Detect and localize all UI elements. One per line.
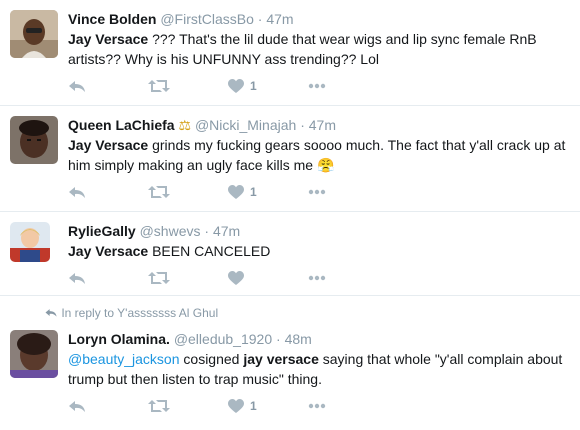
reply-context: In reply to Y'asssssss Al Ghul: [44, 306, 218, 320]
display-name[interactable]: RylieGally: [68, 223, 136, 239]
user-handle[interactable]: @elledub_1920: [174, 331, 272, 347]
more-icon: [308, 403, 326, 409]
retweet-button[interactable]: [148, 76, 170, 96]
retweet-icon: [148, 398, 170, 414]
timestamp[interactable]: 47m: [309, 117, 336, 133]
user-handle[interactable]: @Nicki_Minajah: [195, 117, 296, 133]
reply-icon: [68, 270, 86, 286]
tweet-text: Jay Versace ??? That's the lil dude that…: [68, 29, 572, 69]
heart-icon: [228, 184, 244, 200]
retweet-icon: [148, 270, 170, 286]
tweet-text-body: cosigned: [179, 351, 244, 367]
tweet-header: Queen LaChiefa ⚖ @Nicki_Minajah · 47m: [68, 116, 336, 134]
retweet-icon: [148, 78, 170, 94]
avatar[interactable]: [10, 330, 58, 378]
tweet[interactable]: RylieGally @shwevs · 47m Jay Versace BEE…: [0, 212, 580, 296]
reply-icon: [68, 184, 86, 200]
like-button[interactable]: 1: [228, 182, 257, 202]
avatar[interactable]: [10, 222, 50, 262]
reply-button[interactable]: [68, 182, 86, 202]
tweet-text: Jay Versace grinds my fucking gears sooo…: [68, 135, 572, 175]
more-icon: [308, 189, 326, 195]
user-handle[interactable]: @FirstClassBo: [160, 11, 254, 27]
hashtag-topic[interactable]: Jay Versace: [68, 137, 148, 153]
avatar[interactable]: [10, 116, 58, 164]
hashtag-topic[interactable]: Jay Versace: [68, 31, 148, 47]
separator-dot: ·: [204, 223, 210, 239]
tweet-text-body: BEEN CANCELED: [148, 243, 271, 259]
retweet-button[interactable]: [148, 182, 170, 202]
reply-button[interactable]: [68, 396, 86, 416]
separator-dot: ·: [300, 117, 305, 133]
tweet-actions: 1: [68, 396, 368, 416]
like-count: 1: [250, 399, 257, 413]
more-button[interactable]: [308, 76, 326, 96]
retweet-icon: [148, 184, 170, 200]
tweet-header: Vince Bolden @FirstClassBo · 47m: [68, 10, 294, 28]
timestamp[interactable]: 48m: [285, 331, 312, 347]
tweet[interactable]: In reply to Y'asssssss Al Ghul Loryn Ola…: [0, 296, 580, 430]
more-button[interactable]: [308, 268, 326, 288]
angry-face-emoji: 😤: [316, 157, 335, 173]
heart-icon: [228, 398, 244, 414]
scales-icon: ⚖: [178, 117, 192, 133]
tweet-actions: 1: [68, 76, 368, 96]
reply-button[interactable]: [68, 76, 86, 96]
tweet-text: @beauty_jackson cosigned jay versace say…: [68, 349, 572, 389]
tweet-actions: [68, 268, 368, 288]
retweet-button[interactable]: [148, 268, 170, 288]
more-icon: [308, 275, 326, 281]
timestamp[interactable]: 47m: [266, 11, 293, 27]
timestamp[interactable]: 47m: [213, 223, 240, 239]
tweet[interactable]: Queen LaChiefa ⚖ @Nicki_Minajah · 47m Ja…: [0, 106, 580, 212]
hashtag-topic[interactable]: Jay Versace: [68, 243, 148, 259]
reply-to-user[interactable]: Y'asssssss Al Ghul: [117, 306, 218, 320]
tweet-text: Jay Versace BEEN CANCELED: [68, 241, 572, 261]
separator-dot: ·: [257, 11, 263, 27]
avatar[interactable]: [10, 10, 58, 58]
reply-prefix: In reply to: [61, 306, 118, 320]
reply-context-icon: [44, 306, 58, 320]
retweet-button[interactable]: [148, 396, 170, 416]
mention-link[interactable]: @beauty_jackson: [68, 351, 180, 367]
display-name[interactable]: Vince Bolden: [68, 11, 156, 27]
separator-dot: ·: [276, 331, 281, 347]
more-button[interactable]: [308, 396, 326, 416]
more-icon: [308, 83, 326, 89]
tweet-actions: 1: [68, 182, 368, 202]
reply-icon: [68, 398, 86, 414]
tweet-header: Loryn Olamina. @elledub_1920 · 48m: [68, 330, 312, 348]
display-name[interactable]: Loryn Olamina.: [68, 331, 170, 347]
heart-icon: [228, 78, 244, 94]
hashtag-topic[interactable]: jay versace: [243, 351, 319, 367]
reply-icon: [68, 78, 86, 94]
reply-button[interactable]: [68, 268, 86, 288]
like-count: 1: [250, 79, 257, 93]
like-count: 1: [250, 185, 257, 199]
tweet[interactable]: Vince Bolden @FirstClassBo · 47m Jay Ver…: [0, 0, 580, 106]
like-button[interactable]: 1: [228, 76, 257, 96]
like-button[interactable]: 1: [228, 396, 257, 416]
tweet-header: RylieGally @shwevs · 47m: [68, 222, 240, 240]
display-name[interactable]: Queen LaChiefa: [68, 117, 175, 133]
more-button[interactable]: [308, 182, 326, 202]
like-button[interactable]: [228, 268, 244, 288]
heart-icon: [228, 270, 244, 286]
user-handle[interactable]: @shwevs: [140, 223, 201, 239]
